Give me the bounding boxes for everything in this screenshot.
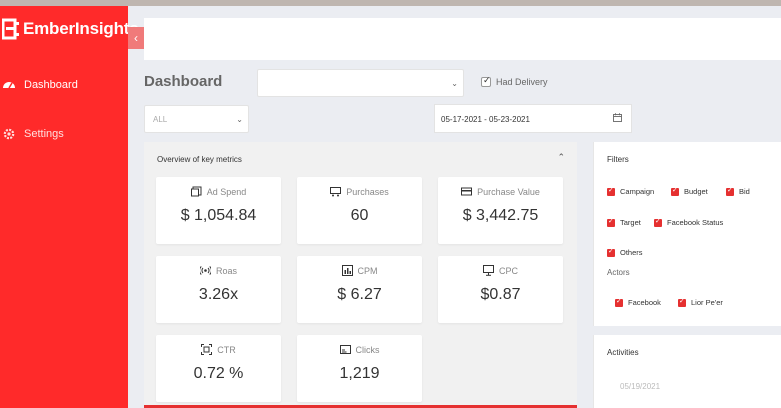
bar-chart-icon <box>341 265 353 276</box>
filter-bid[interactable]: Bid <box>726 186 750 196</box>
expand-icon <box>201 344 213 355</box>
checkbox-checked-icon[interactable] <box>678 297 686 307</box>
checkbox-checked-icon[interactable] <box>654 217 662 227</box>
page-title: Dashboard <box>144 73 223 90</box>
chevron-up-icon[interactable]: ⌃ <box>557 152 565 163</box>
sidebar: EmberInsights Dashboard Settings <box>0 6 139 408</box>
metric-value: 0.72 % <box>193 365 244 382</box>
key-metrics-panel: Overview of key metrics ⌃ Ad Spend $ 1,0… <box>144 142 577 408</box>
ad-spend-icon <box>190 186 202 197</box>
filter-target[interactable]: Target <box>607 217 641 227</box>
top-header <box>144 18 781 60</box>
filters-title: Filters <box>607 155 629 164</box>
calendar-icon[interactable] <box>613 113 622 122</box>
metric-card-clicks: Clicks 1,219 <box>297 335 422 402</box>
checkbox-checked-icon[interactable] <box>481 75 491 87</box>
metric-label: CTR <box>217 344 236 355</box>
metric-value: 1,219 <box>339 365 380 382</box>
brand-name: EmberInsights <box>23 19 139 38</box>
filter-label: Budget <box>684 187 708 196</box>
metric-label: CPM <box>357 265 378 276</box>
filter-facebook-status[interactable]: Facebook Status <box>654 217 724 227</box>
metric-card-ad-spend: Ad Spend $ 1,054.84 <box>156 177 281 244</box>
metric-label: Roas <box>215 265 237 276</box>
metric-card-roas: Roas 3.26x <box>156 256 281 323</box>
monitor-icon <box>482 265 494 276</box>
collapse-sidebar-button[interactable]: ‹ <box>128 27 144 49</box>
metric-value: $ 6.27 <box>337 286 382 303</box>
checkbox-checked-icon[interactable] <box>726 186 734 196</box>
metric-card-purchases: Purchases 60 <box>297 177 422 244</box>
filter-label: Target <box>620 218 641 227</box>
scope-select[interactable]: ALL ⌄ <box>144 105 249 133</box>
filter-label: Facebook Status <box>667 218 724 227</box>
brand[interactable]: EmberInsights <box>2 18 139 40</box>
key-metrics-title: Overview of key metrics <box>157 155 242 164</box>
actors-label: Actors <box>607 268 630 277</box>
filter-label: Bid <box>739 187 750 196</box>
checkbox-checked-icon[interactable] <box>607 217 615 227</box>
card-icon <box>339 345 351 354</box>
metric-value: 3.26x <box>198 286 239 303</box>
metric-card-ctr: CTR 0.72 % <box>156 335 281 402</box>
sidebar-item-label: Settings <box>24 128 64 140</box>
metric-card-cpc: CPC $0.87 <box>438 256 563 323</box>
actor-label: Facebook <box>628 298 661 307</box>
metric-value: $ 1,054.84 <box>180 207 257 224</box>
sidebar-item-dashboard[interactable]: Dashboard <box>2 78 78 92</box>
metric-card-cpm: CPM $ 6.27 <box>297 256 422 323</box>
metric-card-purchase-value: Purchase Value $ 3,442.75 <box>438 177 563 244</box>
brand-logo-icon <box>2 18 19 40</box>
metric-label: CPC <box>498 265 518 276</box>
activities-panel: Activities 05/19/2021 <box>593 335 781 408</box>
checkbox-checked-icon[interactable] <box>607 186 615 196</box>
metric-value: 60 <box>350 207 369 224</box>
activity-date: 05/19/2021 <box>620 382 661 391</box>
dashboard-icon <box>3 82 15 89</box>
checkbox-checked-icon[interactable] <box>607 247 615 257</box>
credit-card-icon <box>461 187 473 196</box>
actor-label: Lior Pe'er <box>691 298 723 307</box>
metric-value: $0.87 <box>480 286 521 303</box>
sidebar-item-label: Dashboard <box>24 79 78 91</box>
filters-panel: Filters Campaign Budget Bid Target Faceb… <box>593 142 781 326</box>
campaign-select[interactable]: ⌄ <box>257 69 464 97</box>
filter-label: Others <box>620 248 643 257</box>
metric-label: Ad Spend <box>206 186 247 197</box>
chevron-down-icon: ⌄ <box>451 79 458 88</box>
checkbox-checked-icon[interactable] <box>671 186 679 196</box>
filter-campaign[interactable]: Campaign <box>607 186 655 196</box>
date-range-picker[interactable]: 05-17-2021 - 05-23-2021 <box>434 104 632 133</box>
metric-label: Purchase Value <box>477 186 540 197</box>
broadcast-icon <box>199 266 211 275</box>
had-delivery-checkbox[interactable]: Had Delivery <box>481 75 548 87</box>
metric-value: $ 3,442.75 <box>462 207 539 224</box>
metric-label: Clicks <box>355 344 380 355</box>
actor-lior-peer[interactable]: Lior Pe'er <box>678 297 723 307</box>
filter-budget[interactable]: Budget <box>671 186 708 196</box>
had-delivery-label: Had Delivery <box>496 77 548 87</box>
filter-label: Campaign <box>620 187 655 196</box>
metric-label: Purchases <box>346 186 389 197</box>
scope-select-value: ALL <box>153 115 168 124</box>
cart-icon <box>330 187 342 197</box>
filter-others[interactable]: Others <box>607 247 643 257</box>
gear-icon <box>3 128 15 140</box>
actor-facebook[interactable]: Facebook <box>615 297 661 307</box>
activities-title: Activities <box>607 348 639 357</box>
checkbox-checked-icon[interactable] <box>615 297 623 307</box>
date-range-value: 05-17-2021 - 05-23-2021 <box>441 115 530 124</box>
chevron-down-icon: ⌄ <box>236 115 243 124</box>
chevron-left-icon: ‹ <box>134 31 138 45</box>
sidebar-item-settings[interactable]: Settings <box>2 127 64 141</box>
